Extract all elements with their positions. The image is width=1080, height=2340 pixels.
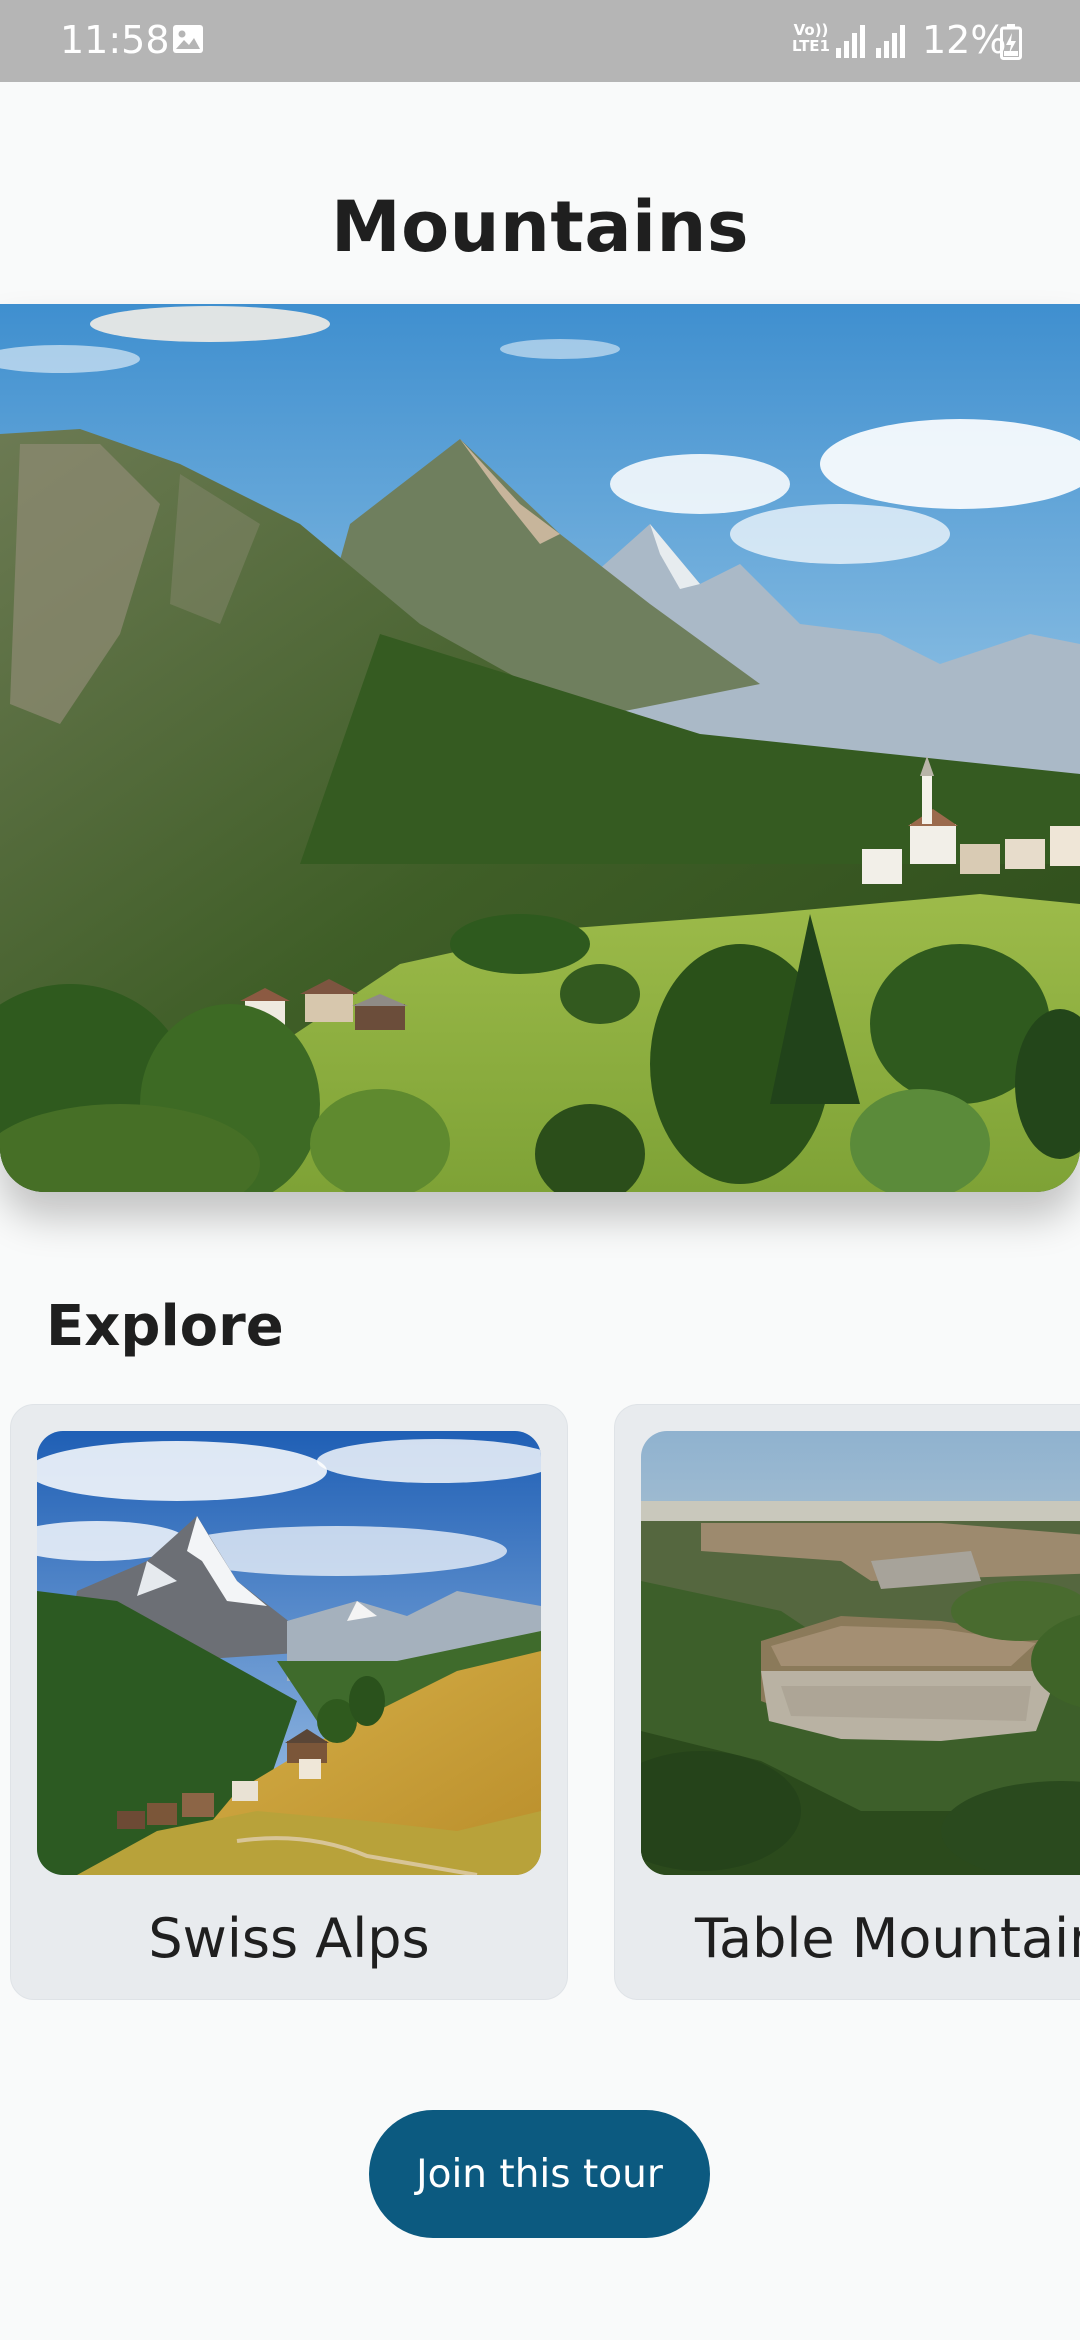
destination-card-swiss-alps[interactable]: Swiss Alps [10,1404,568,2000]
lte-label: LTE1 [792,37,830,55]
battery-charging-icon [1000,24,1022,60]
table-mountain-illustration [641,1431,1080,1875]
hero-landscape [0,304,1080,1192]
status-time: 11:58 [60,18,170,62]
destination-card-table-mountain[interactable]: Table Mountain [614,1404,1080,2000]
volte-indicator: Vo)) LTE1 [792,22,830,54]
card-label: Swiss Alps [148,1907,430,1970]
battery-percent: 12% [922,18,1007,62]
swiss-alps-illustration [37,1431,541,1875]
page-title: Mountains [330,186,750,268]
signal-icon [876,25,905,58]
join-tour-button[interactable]: Join this tour [369,2110,710,2238]
volte-label: Vo)) [793,21,829,39]
swiss-alps-image [37,1431,541,1875]
status-bar: 11:58 Vo)) LTE1 12% [0,0,1080,82]
signal-icon [836,25,865,58]
hero-image [0,304,1080,1192]
gallery-icon [173,25,203,53]
explore-heading: Explore [46,1294,284,1359]
card-label: Table Mountain [695,1907,1080,1970]
table-mountain-image [641,1431,1080,1875]
